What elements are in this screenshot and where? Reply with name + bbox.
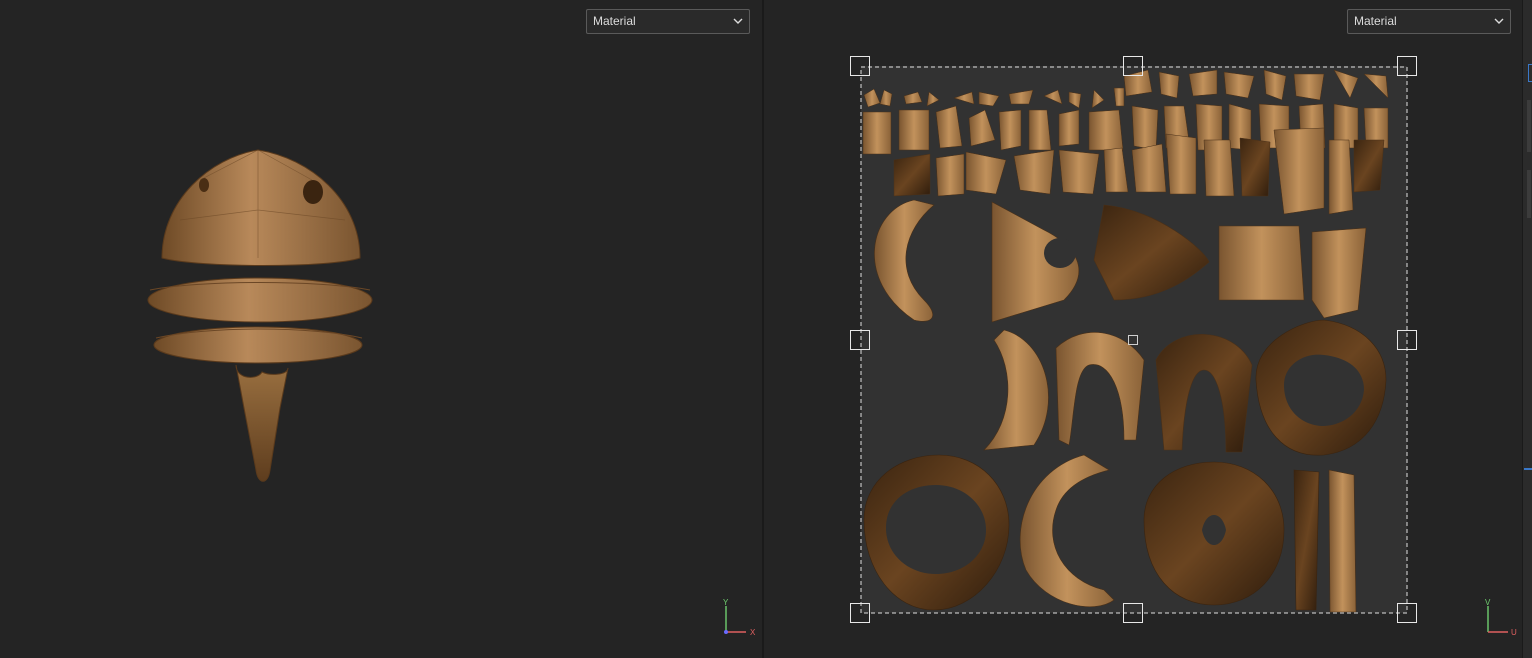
axis-gizmo-icon: Y X (723, 598, 756, 637)
viewport-3d[interactable]: Material Y X (0, 0, 762, 658)
shading-mode-dropdown-3d[interactable]: Material (586, 9, 750, 34)
handle-bottom-center[interactable] (1123, 603, 1143, 623)
uv-layout[interactable] (764, 0, 1522, 658)
handle-top-right[interactable] (1397, 56, 1417, 76)
handle-top-center[interactable] (1123, 56, 1143, 76)
handle-middle-left[interactable] (850, 330, 870, 350)
chevron-down-icon (733, 18, 743, 24)
viewport-uv[interactable]: Material V U (764, 0, 1522, 658)
axis-gizmo-icon: V U (1485, 598, 1517, 637)
3d-model-mesh[interactable] (140, 140, 380, 490)
panel-toggle-icon[interactable] (1528, 64, 1532, 82)
side-panel-edge[interactable] (1522, 0, 1532, 658)
shading-mode-value: Material (1354, 14, 1397, 28)
shading-mode-dropdown-uv[interactable]: Material (1347, 9, 1511, 34)
handle-bottom-right[interactable] (1397, 603, 1417, 623)
handle-middle-right[interactable] (1397, 330, 1417, 350)
axis-y-label: Y (723, 598, 729, 607)
scrollbar-thumb[interactable] (1527, 100, 1531, 152)
axis-u-label: U (1511, 628, 1517, 637)
chevron-down-icon (1494, 18, 1504, 24)
panel-accent-marker (1524, 468, 1532, 470)
handle-bottom-left[interactable] (850, 603, 870, 623)
shading-mode-value: Material (593, 14, 636, 28)
scrollbar-thumb[interactable] (1527, 170, 1531, 218)
axis-x-label: X (750, 628, 756, 637)
handle-pivot[interactable] (1128, 335, 1138, 345)
axis-v-label: V (1485, 598, 1491, 607)
handle-top-left[interactable] (850, 56, 870, 76)
